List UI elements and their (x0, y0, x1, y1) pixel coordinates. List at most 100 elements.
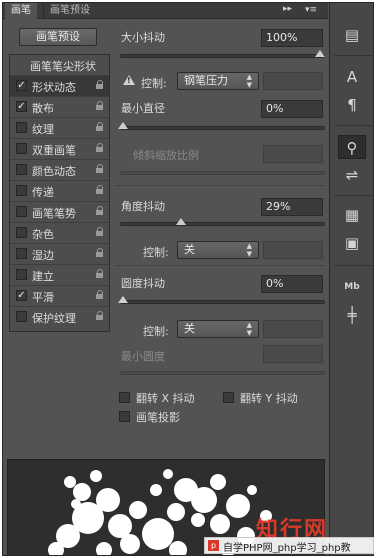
angle-jitter-slider[interactable] (120, 218, 325, 226)
checkbox-checked[interactable]: ✓ (16, 290, 27, 301)
list-item-build-up[interactable]: 建立 (10, 265, 109, 286)
list-item-label: 颜色动态 (32, 165, 76, 178)
panel-menu-icon[interactable]: ▾≡ (305, 4, 323, 17)
lock-icon[interactable] (96, 80, 104, 89)
lock-icon[interactable] (96, 227, 104, 236)
size-jitter-label: 大小抖动 (121, 31, 165, 44)
brush-projection-checkbox[interactable] (119, 411, 130, 422)
document-icon[interactable]: ▦ (338, 203, 366, 227)
list-item-shape-dynamics[interactable]: ✓ 形状动态 (10, 76, 109, 97)
right-toolbar: ▤ A ¶ ⚲ ⇌ ▦ ▣ Mb ╪ (329, 3, 373, 555)
lock-icon[interactable] (96, 311, 104, 320)
brush-settings-list: 画笔笔尖形状 ✓ 形状动态 ✓ 散布 纹理 双重画笔 颜色动态 传递 画笔笔势 … (9, 54, 110, 332)
list-item-color-dynamics[interactable]: 颜色动态 (10, 160, 109, 181)
list-item-label: 形状动态 (32, 81, 76, 94)
slider-thumb[interactable] (315, 50, 325, 57)
select-arrow-icon: ▲ ▼ (246, 242, 252, 258)
control-select-roundness[interactable]: 关 ▲ ▼ (177, 320, 259, 338)
angle-jitter-input[interactable]: 29% (261, 198, 323, 216)
paragraph-icon[interactable]: ¶ (338, 93, 366, 117)
fade-steps-input (263, 72, 323, 90)
control-label: 控制: (143, 325, 169, 338)
slider-thumb[interactable] (118, 296, 128, 303)
tool-presets-icon[interactable]: ⇌ (338, 163, 366, 187)
flip-y-checkbox[interactable] (223, 392, 234, 403)
list-item-protect-texture[interactable]: 保护纹理 (10, 307, 109, 328)
min-roundness-slider (120, 371, 325, 375)
checkbox[interactable] (16, 164, 27, 175)
roundness-jitter-slider[interactable] (118, 296, 325, 304)
select-arrow-icon: ▲ ▼ (246, 321, 252, 337)
lock-icon[interactable] (96, 122, 104, 131)
notes-icon[interactable]: ▣ (338, 231, 366, 255)
tab-brush[interactable]: 画笔 (5, 3, 37, 19)
list-item-label: 保护纹理 (32, 312, 76, 325)
control-label: 控制: (143, 246, 169, 259)
roundness-fade-input (263, 320, 323, 338)
list-item-brush-pose[interactable]: 画笔笔势 (10, 202, 109, 223)
angle-fade-input (263, 241, 323, 259)
list-item-dual-brush[interactable]: 双重画笔 (10, 139, 109, 160)
toolbar-divider (334, 265, 372, 266)
tab-brush-presets[interactable]: 画笔预设 (43, 3, 96, 19)
list-item-scattering[interactable]: ✓ 散布 (10, 97, 109, 118)
character-icon[interactable]: A (338, 65, 366, 89)
min-diameter-slider[interactable] (118, 122, 325, 130)
brush-icon[interactable]: ⚲ (338, 135, 366, 159)
min-diameter-label: 最小直径 (121, 102, 165, 115)
min-diameter-input[interactable]: 0% (261, 100, 323, 118)
list-item-texture[interactable]: 纹理 (10, 118, 109, 139)
checkbox[interactable] (16, 185, 27, 196)
list-item-brush-tip-shape[interactable]: 画笔笔尖形状 (10, 55, 109, 76)
lock-icon[interactable] (96, 143, 104, 152)
lock-icon[interactable] (96, 290, 104, 299)
measurement-icon[interactable]: ╪ (338, 303, 366, 327)
checkbox[interactable] (16, 206, 27, 217)
lock-icon[interactable] (96, 164, 104, 173)
warning-icon: ! (123, 75, 135, 85)
list-item-smoothing[interactable]: ✓ 平滑 (10, 286, 109, 307)
list-item-label: 建立 (32, 270, 54, 283)
flip-x-checkbox[interactable] (119, 392, 130, 403)
control-label: 控制: (141, 77, 167, 90)
select-arrow-icon: ▲ ▼ (246, 73, 252, 89)
list-item-label: 散布 (32, 102, 54, 115)
list-item-noise[interactable]: 杂色 (10, 223, 109, 244)
checkbox[interactable] (16, 122, 27, 133)
control-select-angle[interactable]: 关 ▲ ▼ (177, 241, 259, 259)
toolbar-divider (334, 125, 372, 126)
brush-settings-icon[interactable]: ▤ (338, 23, 366, 47)
section-divider (115, 185, 325, 186)
roundness-jitter-input[interactable]: 0% (261, 275, 323, 293)
select-value: 关 (184, 243, 195, 256)
min-roundness-input (263, 345, 323, 363)
list-item-label: 湿边 (32, 249, 54, 262)
collapse-panel-icon[interactable]: ▸▸ (283, 4, 292, 14)
size-jitter-input[interactable]: 100% (261, 29, 323, 47)
slider-thumb[interactable] (176, 218, 186, 225)
checkbox[interactable] (16, 248, 27, 259)
toolbar-divider (334, 195, 372, 196)
lock-icon[interactable] (96, 269, 104, 278)
list-item-wet-edges[interactable]: 湿边 (10, 244, 109, 265)
size-jitter-slider[interactable] (120, 50, 325, 58)
checkbox[interactable] (16, 143, 27, 154)
lock-icon[interactable] (96, 185, 104, 194)
list-item-label: 画笔笔势 (32, 207, 76, 220)
brush-presets-button[interactable]: 画笔预设 (19, 28, 97, 46)
checkbox[interactable] (16, 227, 27, 238)
slider-thumb[interactable] (118, 122, 128, 129)
checkbox[interactable] (16, 269, 27, 280)
checkbox[interactable] (16, 311, 27, 322)
brush-panel: 画笔 画笔预设 ▸▸ ▾≡ 画笔预设 画笔笔尖形状 ✓ 形状动态 ✓ 散布 纹理… (2, 2, 374, 556)
tilt-scale-input (263, 145, 323, 163)
lock-icon[interactable] (96, 206, 104, 215)
lock-icon[interactable] (96, 248, 104, 257)
select-value: 钢笔压力 (184, 74, 228, 87)
list-item-transfer[interactable]: 传递 (10, 181, 109, 202)
checkbox-checked[interactable]: ✓ (16, 101, 27, 112)
lock-icon[interactable] (96, 101, 104, 110)
layer-comps-icon[interactable]: Mb (338, 275, 366, 299)
checkbox-checked[interactable]: ✓ (16, 80, 27, 91)
control-select-size[interactable]: 钢笔压力 ▲ ▼ (177, 72, 259, 90)
